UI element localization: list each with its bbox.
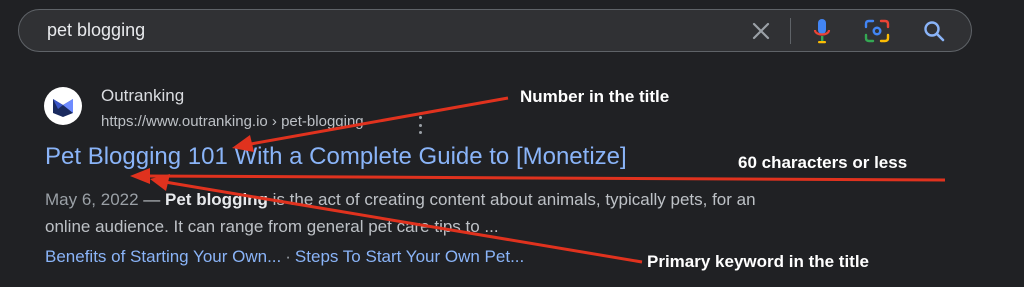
result-snippet: May 6, 2022 — Pet blogging is the act of… [45,186,865,240]
search-input[interactable]: pet blogging [47,10,145,51]
search-bar[interactable]: pet blogging [18,9,972,52]
sitelink-steps[interactable]: Steps To Start Your Own Pet... [295,247,524,266]
outranking-logo-icon[interactable] [44,87,82,125]
snippet-dash: — [138,190,166,209]
annotation-primary-keyword: Primary keyword in the title [647,252,870,271]
annotation-number-in-title: Number in the title [520,87,670,106]
snippet-line2: online audience. It can range from gener… [45,217,499,236]
search-icon[interactable] [917,10,951,51]
sitelinks: Benefits of Starting Your Own... · Steps T… [45,247,524,267]
annotation-char-limit: 60 characters or less [738,153,908,172]
search-divider [790,18,791,44]
result-date: May 6, 2022 [45,190,139,209]
camera-lens-icon[interactable] [860,10,894,51]
arrow-char-limit [144,174,946,182]
snippet-keyword: Pet blogging [165,190,268,209]
result-site-name[interactable]: Outranking [101,86,184,106]
result-url[interactable]: https://www.outranking.io › pet-blogging [101,113,364,130]
result-title-link[interactable]: Pet Blogging 101 With a Complete Guide t… [45,143,627,171]
more-options-icon[interactable] [415,116,425,134]
sitelink-separator: · [285,247,291,266]
mic-icon[interactable] [805,10,839,51]
snippet-line1: is the act of creating content about ani… [267,190,756,209]
close-icon[interactable] [744,10,778,51]
sitelink-benefits[interactable]: Benefits of Starting Your Own... [45,247,281,266]
